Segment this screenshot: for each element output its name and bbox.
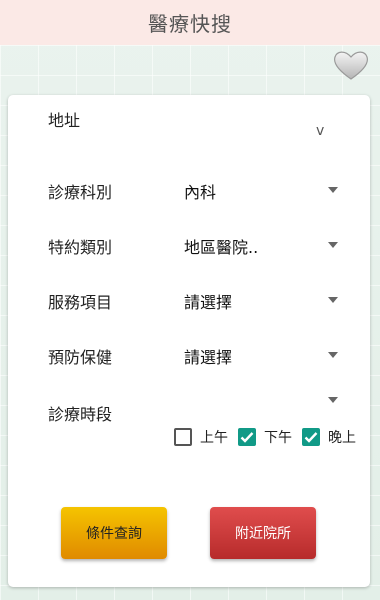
checkbox-checked-icon [238, 428, 256, 446]
dropdown-arrow-icon [328, 242, 338, 248]
contract-type-select[interactable]: 特約類別 地區醫院.. [8, 230, 370, 260]
dropdown-arrow-icon [328, 187, 338, 193]
preventive-care-value: 請選擇 [184, 348, 233, 367]
search-form-card: 地址 v 診療科別 內科 特約類別 地區醫院.. 服務項目 請選擇 預防保健 請… [8, 95, 370, 587]
checkbox-morning[interactable]: 上午 [174, 427, 228, 447]
service-item-label: 服務項目 [48, 293, 113, 312]
time-period-label: 診療時段 [48, 405, 113, 424]
contract-type-value: 地區醫院.. [184, 238, 259, 257]
checkbox-evening-label: 晚上 [328, 430, 356, 446]
contract-type-label: 特約類別 [48, 238, 113, 257]
preventive-care-label: 預防保健 [48, 348, 113, 367]
title-bar: 醫療快搜 [0, 0, 380, 45]
service-item-select[interactable]: 服務項目 請選擇 [8, 285, 370, 315]
checkbox-afternoon[interactable]: 下午 [238, 427, 292, 447]
nearby-clinics-button[interactable]: 附近院所 [210, 507, 316, 559]
preventive-care-select[interactable]: 預防保健 請選擇 [8, 340, 370, 370]
checkbox-afternoon-label: 下午 [264, 430, 292, 446]
service-item-value: 請選擇 [184, 293, 233, 312]
department-label: 診療科別 [48, 183, 113, 202]
checkbox-evening[interactable]: 晚上 [302, 427, 356, 447]
checkbox-unchecked-icon [174, 428, 192, 446]
address-label: 地址 [48, 111, 81, 130]
department-select[interactable]: 診療科別 內科 [8, 175, 370, 205]
condition-search-button[interactable]: 條件查詢 [61, 507, 167, 559]
checkbox-morning-label: 上午 [200, 430, 228, 446]
favorite-button[interactable] [332, 48, 370, 82]
dropdown-arrow-icon [328, 297, 338, 303]
time-period-dropdown-arrow-icon[interactable] [328, 397, 338, 403]
address-dropdown-caret[interactable]: v [316, 123, 324, 139]
dropdown-arrow-icon [328, 352, 338, 358]
checkbox-checked-icon [302, 428, 320, 446]
department-value: 內科 [184, 183, 217, 202]
page-title: 醫療快搜 [148, 12, 232, 36]
heart-icon [333, 51, 369, 80]
